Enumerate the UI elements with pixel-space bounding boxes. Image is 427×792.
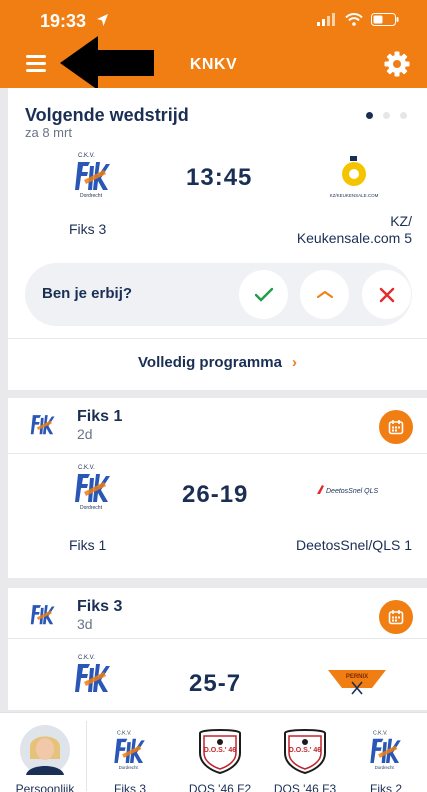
svg-text:D.O.S.' 46: D.O.S.' 46 bbox=[289, 747, 322, 754]
match-team-name: Fiks 3 bbox=[77, 598, 123, 615]
app-header: 19:33 KNKV bbox=[0, 0, 427, 90]
signal-icon bbox=[317, 13, 335, 26]
checkmark-icon bbox=[254, 287, 273, 302]
page-dot bbox=[366, 112, 373, 119]
tab-label: Persoonlijk bbox=[15, 782, 75, 792]
tab-label: Fiks 2 bbox=[369, 782, 402, 792]
svg-text:PERNIX: PERNIX bbox=[346, 674, 368, 680]
attend-yes-button[interactable] bbox=[239, 270, 288, 319]
location-arrow-icon bbox=[97, 14, 108, 26]
home-team-name: Fiks 1 bbox=[69, 537, 107, 553]
svg-text:KZ/KEUKENSALE.COM: KZ/KEUKENSALE.COM bbox=[330, 193, 379, 198]
home-team-name: Fiks 3 bbox=[69, 221, 107, 237]
match-time: 13:45 bbox=[186, 164, 253, 191]
match-score: 25-7 bbox=[189, 670, 242, 697]
fiks-logo: C.K.V. Dordrecht bbox=[114, 730, 145, 770]
tab-label: DOS '46 F3 bbox=[273, 782, 337, 792]
calendar-button[interactable] bbox=[379, 600, 413, 634]
battery-icon bbox=[371, 13, 399, 26]
wifi-icon bbox=[345, 13, 363, 26]
deetossnel-logo: DeetosSnel QLS bbox=[317, 485, 378, 495]
full-program-label: Volledig programma bbox=[138, 354, 282, 371]
svg-text:Dordrecht: Dordrecht bbox=[375, 765, 395, 770]
attendance-question: Ben je erbij? bbox=[42, 285, 133, 302]
full-program-link[interactable]: Volledig programma › bbox=[8, 354, 427, 371]
card-divider bbox=[8, 638, 427, 639]
dos-46-logo: D.O.S.' 46 bbox=[199, 729, 241, 775]
fiks-logo: C.K.V. Dordrecht bbox=[75, 153, 110, 199]
fiks-logo bbox=[30, 415, 55, 435]
maybe-icon bbox=[316, 290, 333, 298]
fiks-logo: C.K.V. bbox=[75, 655, 110, 692]
match-time-ago: 2d bbox=[77, 426, 93, 442]
svg-text:C.K.V.: C.K.V. bbox=[373, 730, 388, 736]
calendar-icon bbox=[388, 610, 404, 625]
tab-fiks-3[interactable]: C.K.V. Dordrecht Fiks 3 bbox=[85, 713, 175, 792]
svg-text:Dordrecht: Dordrecht bbox=[80, 193, 103, 199]
fiks-logo: C.K.V. Dordrecht bbox=[370, 730, 401, 770]
match-team-name: Fiks 1 bbox=[77, 408, 123, 425]
away-team-name: DeetosSnel/QLS 1 bbox=[296, 537, 412, 553]
tab-label: DOS '46 F2 bbox=[188, 782, 252, 792]
tab-label: Fiks 3 bbox=[113, 782, 146, 792]
tab-dos-46-f2[interactable]: D.O.S.' 46 DOS '46 F2 bbox=[175, 713, 265, 792]
tab-dos-46-f3[interactable]: D.O.S.' 46 DOS '46 F3 bbox=[260, 713, 350, 792]
fiks-logo: C.K.V. Dordrecht bbox=[75, 465, 110, 511]
next-match-title: Volgende wedstrijd bbox=[25, 105, 189, 125]
match-result-card[interactable]: Fiks 3 3d C.K.V. 25-7 PERNIX bbox=[8, 588, 427, 710]
card-divider bbox=[8, 453, 427, 454]
tab-fiks-2[interactable]: C.K.V. Dordrecht Fiks 2 bbox=[345, 713, 427, 792]
pernix-logo: PERNIX bbox=[328, 670, 386, 695]
svg-text:Dordrecht: Dordrecht bbox=[119, 765, 139, 770]
cross-icon bbox=[379, 287, 394, 302]
attendance-prompt: Ben je erbij? bbox=[25, 263, 412, 326]
fiks-logo bbox=[30, 605, 55, 625]
svg-text:D.O.S.' 46: D.O.S.' 46 bbox=[204, 747, 237, 754]
svg-text:Dordrecht: Dordrecht bbox=[80, 505, 103, 511]
kz-keukensale-logo: KZ/KEUKENSALE.COM bbox=[330, 156, 379, 198]
status-indicators bbox=[317, 13, 399, 26]
svg-text:DeetosSnel QLS: DeetosSnel QLS bbox=[326, 488, 378, 495]
tab-persoonlijk[interactable]: Persoonlijk bbox=[0, 713, 90, 792]
attend-maybe-button[interactable] bbox=[300, 270, 349, 319]
match-time-ago: 3d bbox=[77, 616, 93, 632]
match-result-card[interactable]: Fiks 1 2d C.K.V. Dordrecht 26-19 DeetosS… bbox=[8, 398, 427, 578]
team-tab-bar: Persoonlijk C.K.V. Dordrecht Fiks 3 D.O.… bbox=[0, 712, 427, 792]
card-divider bbox=[8, 338, 427, 339]
svg-text:C.K.V.: C.K.V. bbox=[117, 730, 132, 736]
dos-46-logo: D.O.S.' 46 bbox=[284, 729, 326, 775]
app-title: KNKV bbox=[189, 56, 238, 73]
gear-icon[interactable] bbox=[384, 51, 410, 77]
calendar-icon bbox=[388, 420, 404, 435]
svg-text:C.K.V.: C.K.V. bbox=[78, 655, 95, 661]
status-time: 19:33 bbox=[40, 11, 87, 31]
chevron-right-icon: › bbox=[291, 354, 297, 371]
avatar bbox=[20, 725, 70, 775]
match-score: 26-19 bbox=[182, 481, 249, 508]
next-match-date: za 8 mrt bbox=[25, 125, 72, 140]
calendar-button[interactable] bbox=[379, 410, 413, 444]
page-indicator bbox=[366, 112, 407, 119]
away-team-name-line: KZ/ bbox=[390, 213, 412, 229]
page-dot bbox=[400, 112, 407, 119]
page-dot bbox=[383, 112, 390, 119]
next-match-card: Volgende wedstrijd za 8 mrt C.K.V. Dordr… bbox=[8, 88, 427, 390]
attend-no-button[interactable] bbox=[362, 270, 411, 319]
svg-text:C.K.V.: C.K.V. bbox=[78, 465, 95, 471]
svg-text:C.K.V.: C.K.V. bbox=[78, 153, 95, 159]
away-team-name-line: Keukensale.com 5 bbox=[296, 230, 412, 246]
away-team-name: KZ/ Keukensale.com 5 bbox=[297, 213, 412, 247]
